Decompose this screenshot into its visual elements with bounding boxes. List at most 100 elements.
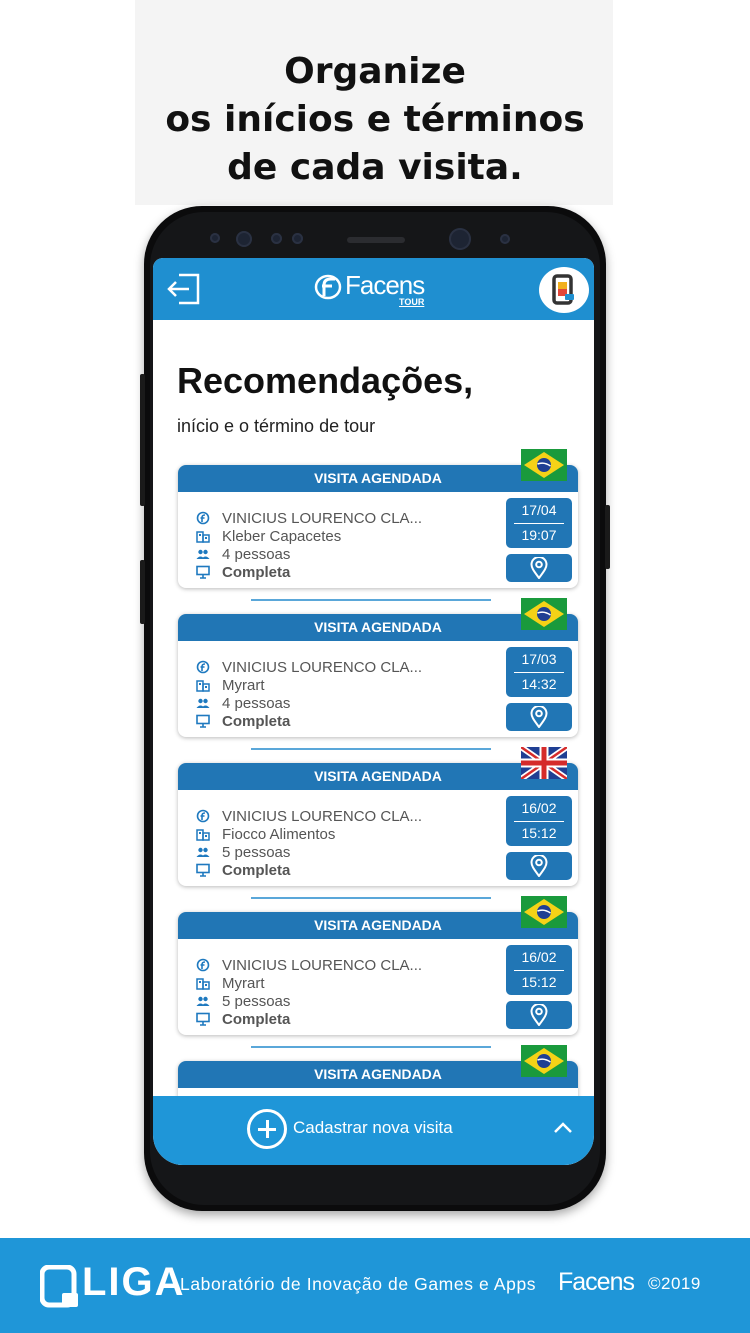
map-button[interactable] [506, 703, 572, 731]
visit-card[interactable]: VISITA AGENDADA VINICIUS LOURENCO CLA...… [178, 763, 578, 886]
footer-banner: LIGA Laboratório de Inovação de Games e … [0, 1238, 750, 1333]
divider [251, 599, 491, 601]
visit-date: 17/03 [521, 651, 557, 667]
divider [251, 748, 491, 750]
visit-datetime: 17/03 14:32 [506, 647, 572, 697]
visit-people-row: 4 pessoas [196, 694, 290, 712]
chevron-up-icon[interactable] [551, 1118, 575, 1138]
page-title: Recomendações, [177, 360, 474, 401]
visit-people: 4 pessoas [222, 694, 291, 712]
user-icon [196, 809, 210, 823]
visit-people-row: 5 pessoas [196, 992, 290, 1010]
map-pin-icon [530, 1004, 548, 1026]
people-icon [196, 547, 210, 561]
app-badge-icon[interactable] [539, 267, 589, 313]
map-pin-icon [530, 706, 548, 728]
visit-date: 17/04 [521, 502, 557, 518]
company-icon [196, 976, 210, 990]
visit-student: VINICIUS LOURENCO CLA... [222, 658, 423, 676]
new-visit-button[interactable]: Cadastrar nova visita [293, 1118, 453, 1138]
visit-state: Completa [222, 563, 291, 581]
map-button[interactable] [506, 852, 572, 880]
facens-logo-icon [314, 274, 342, 300]
visit-status: VISITA AGENDADA [178, 912, 578, 939]
visit-card[interactable]: VISITA AGENDADA VINICIUS LOURENCO CLA...… [178, 614, 578, 737]
visit-status: VISITA AGENDADA [178, 763, 578, 790]
bottom-bar: Cadastrar nova visita [153, 1096, 594, 1165]
visit-company: Fiocco Alimentos [222, 825, 336, 843]
visit-company-row: Fiocco Alimentos [196, 825, 335, 843]
visit-card[interactable]: VISITA AGENDADA VINICIUS LOURENCO CLA...… [178, 465, 578, 588]
exit-icon[interactable] [165, 272, 201, 306]
plus-icon[interactable] [247, 1109, 287, 1149]
phone-sensor [292, 233, 303, 244]
visit-company: Kleber Capacetes [222, 527, 342, 545]
visit-student-row: VINICIUS LOURENCO CLA... [196, 658, 422, 676]
front-camera [449, 228, 471, 250]
people-icon [196, 994, 210, 1008]
footer-lab-name: Laboratório de Inovação de Games e Apps [180, 1274, 537, 1294]
headline-line-1: Organize [284, 51, 466, 92]
visit-time: 14:32 [521, 676, 557, 692]
brazil-flag [521, 598, 567, 630]
map-button[interactable] [506, 1001, 572, 1029]
facens-tour-logo: Facens TOUR [313, 266, 433, 310]
brand-sub: TOUR [399, 297, 425, 307]
people-icon [196, 696, 210, 710]
visit-state-row: Completa [196, 712, 290, 730]
visit-student-row: VINICIUS LOURENCO CLA... [196, 956, 422, 974]
visit-state: Completa [222, 861, 291, 879]
visit-people: 5 pessoas [222, 843, 291, 861]
company-icon [196, 529, 210, 543]
visit-datetime: 17/04 19:07 [506, 498, 572, 548]
visit-time: 15:12 [521, 974, 557, 990]
user-icon [196, 660, 210, 674]
company-icon [196, 827, 210, 841]
visit-people: 4 pessoas [222, 545, 291, 563]
app-bar: Facens TOUR [153, 258, 594, 320]
visit-time: 19:07 [521, 527, 557, 543]
phone-speaker [347, 237, 405, 243]
visit-company-row: Kleber Capacetes [196, 527, 341, 545]
visit-state-row: Completa [196, 563, 290, 581]
volume-button [140, 374, 145, 506]
visit-student: VINICIUS LOURENCO CLA... [222, 956, 423, 974]
app-screen: Facens TOUR Recomendações, início e o té… [153, 258, 594, 1165]
visit-company: Myrart [222, 974, 265, 992]
footer-copyright: ©2019 [648, 1274, 701, 1293]
map-button[interactable] [506, 554, 572, 582]
visit-state: Completa [222, 712, 291, 730]
divider [251, 897, 491, 899]
user-icon [196, 511, 210, 525]
footer-brand: Facens [558, 1268, 635, 1296]
visit-datetime: 16/02 15:12 [506, 945, 572, 995]
page-subtitle: início e o término de tour [177, 416, 376, 436]
liga-logo-icon [40, 1265, 78, 1308]
user-icon [196, 958, 210, 972]
visit-student-row: VINICIUS LOURENCO CLA... [196, 509, 422, 527]
visit-date: 16/02 [521, 800, 557, 816]
visit-student: VINICIUS LOURENCO CLA... [222, 509, 423, 527]
visit-people-row: 4 pessoas [196, 545, 290, 563]
visit-student: VINICIUS LOURENCO CLA... [222, 807, 423, 825]
visit-company: Myrart [222, 676, 265, 694]
phone-sensor [236, 231, 252, 247]
visit-people: 5 pessoas [222, 992, 291, 1010]
visit-state-row: Completa [196, 1010, 290, 1028]
brazil-flag [521, 1045, 567, 1077]
visit-student-row: VINICIUS LOURENCO CLA... [196, 807, 422, 825]
visit-state: Completa [222, 1010, 291, 1028]
brazil-flag [521, 896, 567, 928]
headline-line-2: os inícios e términos [165, 99, 585, 140]
promo-headline: Organize os inícios e términos de cada v… [0, 48, 750, 192]
brazil-flag [521, 449, 567, 481]
visit-card[interactable]: VISITA AGENDADA VINICIUS LOURENCO CLA...… [178, 912, 578, 1035]
phone-sensor [271, 233, 282, 244]
headline-line-3: de cada visita. [227, 147, 523, 188]
power-button [605, 505, 610, 569]
visit-datetime: 16/02 15:12 [506, 796, 572, 846]
phone-sensor [500, 234, 510, 244]
status-icon [196, 714, 210, 728]
visit-company-row: Myrart [196, 974, 265, 992]
visit-state-row: Completa [196, 861, 290, 879]
